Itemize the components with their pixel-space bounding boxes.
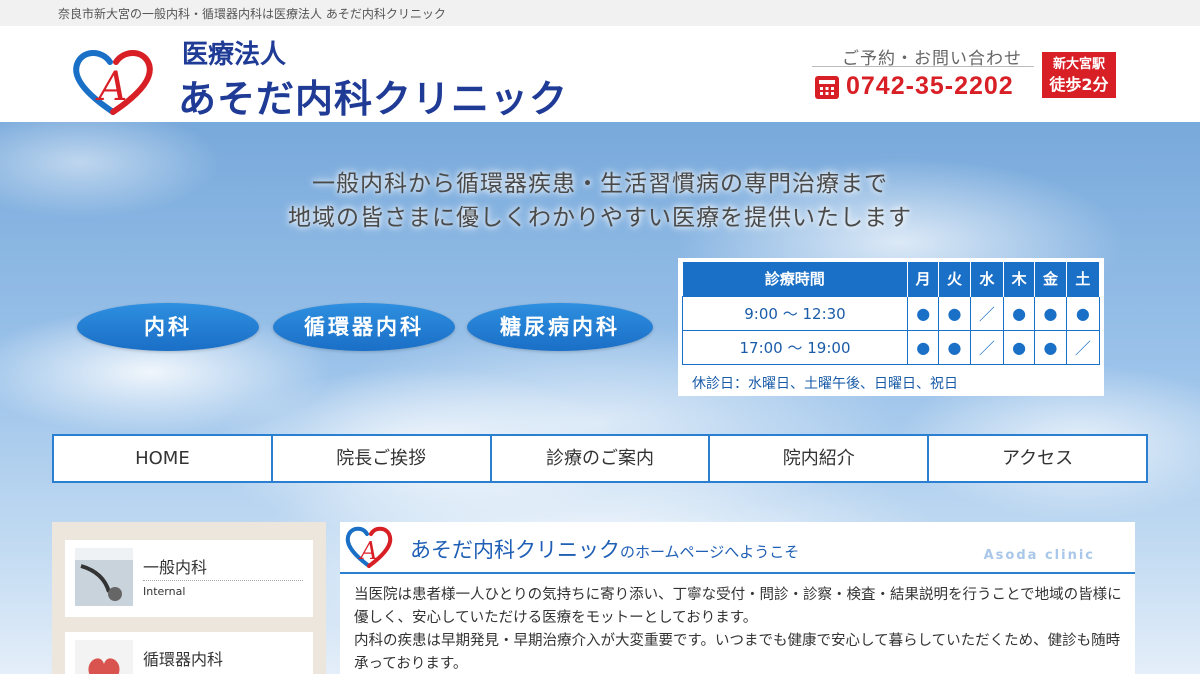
sidebar-item-title: 一般内科 <box>143 558 208 577</box>
stethoscope-icon <box>75 548 133 606</box>
hours-mark: ● <box>1034 329 1067 365</box>
nav-access[interactable]: アクセス <box>929 436 1146 481</box>
nav-greeting[interactable]: 院長ご挨拶 <box>273 436 492 481</box>
dept-button-diabetes[interactable]: 糖尿病内科 <box>467 303 653 351</box>
phone-icon <box>815 76 839 99</box>
clinic-logo-small-icon: A <box>345 526 393 568</box>
dept-button-cardiology[interactable]: 循環器内科 <box>273 303 455 351</box>
welcome-heading: あそだ内科クリニックのホームページへようこそ <box>410 534 799 564</box>
nav-medical-info[interactable]: 診療のご案内 <box>492 436 711 481</box>
site-description: 奈良市新大宮の一般内科・循環器内科は医療法人 あそだ内科クリニック <box>58 7 446 21</box>
sidebar-item-cardiology[interactable]: 循環器内科 <box>65 632 313 674</box>
hours-time: 9:00 ～ 12:30 <box>682 295 908 331</box>
sidebar-item-internal[interactable]: 一般内科 Internal <box>65 540 313 617</box>
day-mon: 月 <box>907 262 940 296</box>
hours-time: 17:00 ～ 19:00 <box>682 329 908 365</box>
intro-paragraph-1: 当医院は患者様一人ひとりの気持ちに寄り添い、丁寧な受付・問診・診察・検査・結果説… <box>354 587 1122 626</box>
main-content: A あそだ内科クリニックのホームページへようこそ Asoda clinic 当医… <box>340 522 1135 674</box>
station-name: 新大宮駅 <box>1052 57 1105 72</box>
clinic-corporation: 医療法人 <box>182 40 287 70</box>
hours-mark: ／ <box>969 295 1004 331</box>
walk-time: 徒歩2分 <box>1049 75 1109 94</box>
day-tue: 火 <box>938 262 971 296</box>
hours-mark: ● <box>1002 329 1036 365</box>
closed-days-note: 休診日：水曜日、土曜午後、日曜日、祝日 <box>692 376 958 392</box>
clinic-logo-icon[interactable]: A <box>70 44 156 116</box>
hero-tagline-1: 一般内科から循環器疾患・生活習慣病の専門治療まで <box>312 171 888 197</box>
sidebar-item-subtitle: Internal <box>143 580 303 598</box>
main-navigation: HOME 院長ご挨拶 診療のご案内 院内紹介 アクセス <box>52 434 1148 483</box>
day-wed: 水 <box>970 262 1004 296</box>
hero-tagline-2: 地域の皆さまに優しくわかりやすい医療を提供いたします <box>288 205 912 231</box>
welcome-heading-suffix: のホームページへようこそ <box>620 543 800 561</box>
contact-divider <box>812 66 1034 67</box>
dept-button-internal[interactable]: 内科 <box>77 303 259 351</box>
phone-number-link[interactable]: 0742-35-2202 <box>846 72 1014 101</box>
day-fri: 金 <box>1034 262 1067 296</box>
hours-mark: ● <box>1034 295 1067 331</box>
welcome-heading-clinic: あそだ内科クリニック <box>410 538 620 562</box>
hours-mark: ● <box>906 329 940 365</box>
hours-mark: ／ <box>969 329 1004 365</box>
heart-organ-icon <box>75 640 133 674</box>
hours-row-morning: 9:00 ～ 12:30 ● ● ／ ● ● ● <box>682 295 1101 331</box>
hours-header-label: 診療時間 <box>682 262 908 296</box>
hours-mark: ／ <box>1065 329 1101 365</box>
sidebar: 一般内科 Internal 循環器内科 <box>52 522 326 674</box>
hours-mark: ● <box>906 295 940 331</box>
heading-underline <box>340 572 1135 574</box>
logo-letter: A <box>95 64 128 110</box>
office-hours-table: 診療時間 月 火 水 木 金 土 9:00 ～ 12:30 ● ● ／ ● ● … <box>682 262 1101 365</box>
day-sat: 土 <box>1066 262 1101 296</box>
day-thu: 木 <box>1003 262 1036 296</box>
hours-row-evening: 17:00 ～ 19:00 ● ● ／ ● ● ／ <box>682 329 1101 365</box>
top-strip: 奈良市新大宮の一般内科・循環器内科は医療法人 あそだ内科クリニック <box>0 0 1200 26</box>
site-header: A 医療法人 あそだ内科クリニック ご予約・お問い合わせ 0742-35-220… <box>0 26 1200 122</box>
hours-mark: ● <box>1065 295 1101 331</box>
hours-mark: ● <box>938 295 971 331</box>
nav-facility[interactable]: 院内紹介 <box>710 436 930 481</box>
clinic-name[interactable]: あそだ内科クリニック <box>178 68 568 123</box>
logo-letter-small: A <box>358 537 377 565</box>
intro-paragraph-2: 内科の疾患は早期発見・早期治療介入が大変重要です。いつまでも健康で安心して暮らし… <box>354 633 1121 672</box>
hours-mark: ● <box>938 329 971 365</box>
english-clinic-name: Asoda clinic <box>983 548 1095 563</box>
nav-home[interactable]: HOME <box>54 436 273 481</box>
hours-mark: ● <box>1002 295 1036 331</box>
sidebar-item-title: 循環器内科 <box>143 650 224 669</box>
hours-header-row: 診療時間 月 火 水 木 金 土 <box>682 262 1101 296</box>
station-badge: 新大宮駅 徒歩2分 <box>1042 52 1116 98</box>
